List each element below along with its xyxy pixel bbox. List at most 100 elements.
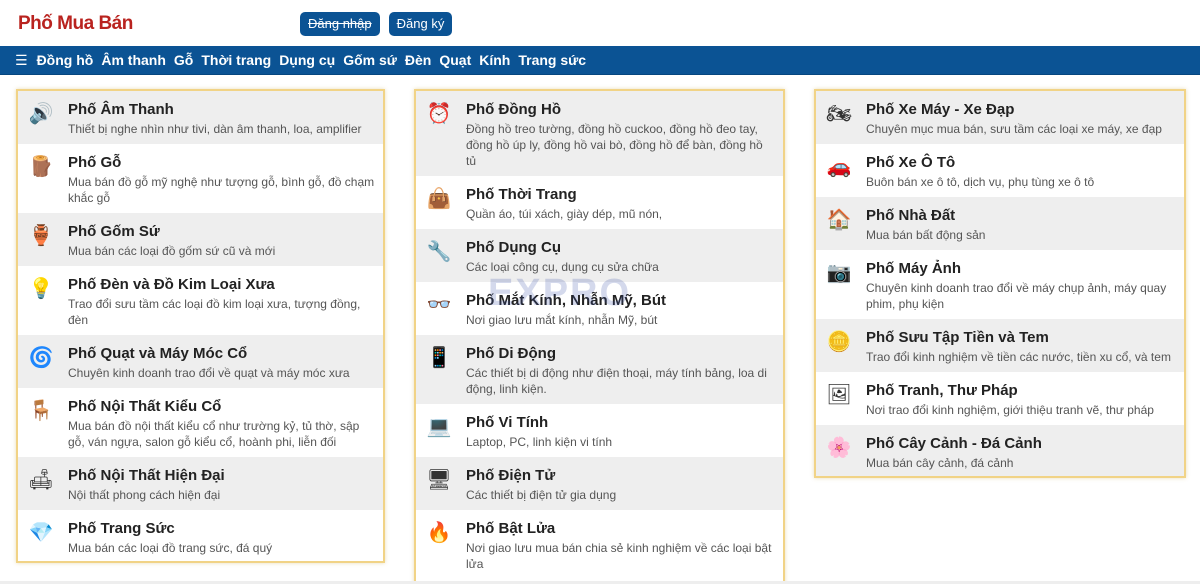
category-item[interactable]: 📷 Phố Máy Ảnh Chuyên kinh doanh trao đổi v… <box>816 250 1184 319</box>
category-description: Laptop, PC, linh kiện vi tính <box>466 435 613 449</box>
category-item[interactable]: 🪵 Phố Gỗ Mua bán đồ gỗ mỹ nghệ như tượng g… <box>18 144 383 213</box>
car-icon: 🚗 <box>826 156 852 178</box>
category-item[interactable]: 💻 Phố Vi Tính Laptop, PC, linh kiện vi tín… <box>416 404 783 457</box>
category-title[interactable]: Phố Nhà Đất <box>866 206 1176 225</box>
category-item[interactable]: 🏠 Phố Nhà Đất Mua bán bất động sản <box>816 197 1184 250</box>
category-description: Nơi giao lưu mắt kính, nhẫn Mỹ, bút <box>466 313 658 327</box>
jewelry-icon: 💎 <box>28 522 54 544</box>
category-title[interactable]: Phố Di Động <box>466 344 775 363</box>
fashion-icon: 👜 <box>426 188 452 210</box>
category-item[interactable]: 🔥 Phố Bật Lửa Nơi giao lưu mua bán chia sẻ… <box>416 510 783 579</box>
category-title[interactable]: Phố Gỗ <box>68 153 375 172</box>
antique-furniture-icon: 🪑 <box>28 400 54 422</box>
category-title[interactable]: Phố Mắt Kính, Nhẫn Mỹ, Bút <box>466 291 775 310</box>
nav-item-trang-suc[interactable]: Trang sức <box>518 52 586 68</box>
category-title[interactable]: Phố Đồng Hồ <box>466 100 775 119</box>
nav-item-den[interactable]: Đèn <box>405 52 431 68</box>
category-item[interactable]: 🪙 Phố Sưu Tập Tiền và Tem Trao đổi kinh ng… <box>816 319 1184 372</box>
category-title[interactable]: Phố Vi Tính <box>466 413 775 432</box>
nav-item-dung-cu[interactable]: Dụng cụ <box>279 52 335 68</box>
category-item[interactable]: 🚗 Phố Xe Ô Tô Buôn bán xe ô tô, dịch vụ, p… <box>816 144 1184 197</box>
lamp-icon: 💡 <box>28 278 54 300</box>
phone-icon: 📱 <box>426 347 452 369</box>
category-description: Thiết bị nghe nhìn như tivi, dàn âm than… <box>68 122 362 136</box>
category-description: Chuyên mục mua bán, sưu tầm các loại xe … <box>866 122 1162 136</box>
camera-icon: 📷 <box>826 262 852 284</box>
category-item[interactable]: 🖼 Phố Tranh, Thư Pháp Nơi trao đổi kinh ng… <box>816 372 1184 425</box>
category-nav: ☰ Đồng hồ Âm thanh Gỗ Thời trang Dụng cụ… <box>0 46 1200 75</box>
auth-buttons: Đăng nhập Đăng ký <box>300 12 453 36</box>
category-title[interactable]: Phố Bật Lửa <box>466 519 775 538</box>
category-title[interactable]: Phố Tranh, Thư Pháp <box>866 381 1176 400</box>
ceramic-bowl-icon: 🏺 <box>28 225 54 247</box>
category-title[interactable]: Phố Cây Cảnh - Đá Cảnh <box>866 434 1176 453</box>
house-icon: 🏠 <box>826 209 852 231</box>
category-item[interactable]: 🔊 Phố Âm Thanh Thiết bị nghe nhìn như tivi… <box>18 91 383 144</box>
category-item[interactable]: 👓 Phố Mắt Kính, Nhẫn Mỹ, Bút Nơi giao lưu … <box>416 282 783 335</box>
category-title[interactable]: Phố Gốm Sứ <box>68 222 375 241</box>
category-title[interactable]: Phố Quạt và Máy Móc Cổ <box>68 344 375 363</box>
logo-muaban: Mua Bán <box>52 13 133 34</box>
nav-item-am-thanh[interactable]: Âm thanh <box>101 52 166 68</box>
category-item[interactable]: 💡 Phố Đèn và Đồ Kim Loại Xưa Trao đổi sưu … <box>18 266 383 335</box>
category-item[interactable]: 🪑 Phố Nội Thất Kiểu Cổ Mua bán đồ nội thất… <box>18 388 383 457</box>
glasses-icon: 👓 <box>426 294 452 316</box>
motorbike-icon: 🏍 <box>826 103 852 125</box>
category-title[interactable]: Phố Xe Máy - Xe Đạp <box>866 100 1176 119</box>
category-description: Các thiết bị điện tử gia dụng <box>466 488 617 502</box>
site-logo[interactable]: Phố Mua Bán <box>18 13 133 35</box>
category-item[interactable]: 👜 Phố Thời Trang Quần áo, túi xách, giày d… <box>416 176 783 229</box>
category-description: Mua bán đồ nội thất kiểu cổ như trường k… <box>68 419 360 449</box>
category-title[interactable]: Phố Máy Ảnh <box>866 259 1176 278</box>
category-title[interactable]: Phố Nội Thất Kiểu Cổ <box>68 397 375 416</box>
nav-item-quat[interactable]: Quạt <box>439 52 471 68</box>
category-item[interactable]: 📱 Phố Di Động Các thiết bị di động như điệ… <box>416 335 783 404</box>
nav-item-dong-ho[interactable]: Đồng hồ <box>37 52 94 68</box>
top-header: Phố Mua Bán Đăng nhập Đăng ký <box>0 0 1200 46</box>
hamburger-menu-icon[interactable]: ☰ <box>15 52 28 69</box>
category-item[interactable]: 🖥 Phố Điện Tử Các thiết bị điện tử gia dụn… <box>416 457 783 510</box>
category-description: Mua bán bất động sản <box>866 228 986 242</box>
coin-icon: 🪙 <box>826 331 852 353</box>
category-description: Quần áo, túi xách, giày dép, mũ nón, <box>466 207 663 221</box>
category-description: Nội thất phong cách hiện đại <box>68 488 221 502</box>
register-button[interactable]: Đăng ký <box>388 12 453 36</box>
speaker-icon: 🔊 <box>28 103 54 125</box>
category-description: Mua bán đồ gỗ mỹ nghệ như tượng gỗ, bình… <box>68 175 375 205</box>
fan-icon: 🌀 <box>28 347 54 369</box>
category-column-2: ⏰ Phố Đồng Hồ Đồng hồ treo tường, đồng hồ … <box>414 89 785 584</box>
modern-chair-icon: 🛋 <box>28 469 54 491</box>
category-item[interactable]: 🌀 Phố Quạt và Máy Móc Cổ Chuyên kinh doanh… <box>18 335 383 388</box>
logo-pho: Phố <box>18 13 53 34</box>
category-title[interactable]: Phố Điện Tử <box>466 466 775 485</box>
category-description: Nơi giao lưu mua bán chia sẻ kinh nghiệm… <box>466 541 772 571</box>
login-button[interactable]: Đăng nhập <box>300 12 380 36</box>
category-description: Đồng hồ treo tường, đồng hồ cuckoo, đồng… <box>466 122 763 168</box>
category-item[interactable]: 🏺 Phố Gốm Sứ Mua bán các loại đồ gốm sứ cũ… <box>18 213 383 266</box>
category-item[interactable]: 🔧 Phố Dụng Cụ Các loại công cụ, dụng cụ sử… <box>416 229 783 282</box>
category-item[interactable]: 🛋 Phố Nội Thất Hiện Đại Nội thất phong các… <box>18 457 383 510</box>
category-title[interactable]: Phố Dụng Cụ <box>466 238 775 257</box>
category-title[interactable]: Phố Âm Thanh <box>68 100 375 119</box>
category-title[interactable]: Phố Nội Thất Hiện Đại <box>68 466 375 485</box>
category-item[interactable]: 💎 Phố Trang Sức Mua bán các loại đồ trang … <box>18 510 383 561</box>
category-description: Buôn bán xe ô tô, dịch vụ, phụ tùng xe ô… <box>866 175 1095 189</box>
category-item[interactable]: 🌸 Phố Cây Cảnh - Đá Cảnh Mua bán cây cảnh,… <box>816 425 1184 476</box>
laptop-icon: 💻 <box>426 416 452 438</box>
category-columns: 🔊 Phố Âm Thanh Thiết bị nghe nhìn như tivi… <box>0 89 1200 584</box>
category-item[interactable]: 🏍 Phố Xe Máy - Xe Đạp Chuyên mục mua bán, … <box>816 91 1184 144</box>
category-description: Mua bán các loại đồ trang sức, đá quý <box>68 541 273 555</box>
category-item[interactable]: ⏰ Phố Đồng Hồ Đồng hồ treo tường, đồng hồ … <box>416 91 783 176</box>
category-title[interactable]: Phố Thời Trang <box>466 185 775 204</box>
tools-icon: 🔧 <box>426 241 452 263</box>
category-title[interactable]: Phố Trang Sức <box>68 519 375 538</box>
category-column-1: 🔊 Phố Âm Thanh Thiết bị nghe nhìn như tivi… <box>16 89 385 563</box>
category-title[interactable]: Phố Sưu Tập Tiền và Tem <box>866 328 1176 347</box>
category-title[interactable]: Phố Xe Ô Tô <box>866 153 1176 172</box>
nav-item-thoi-trang[interactable]: Thời trang <box>201 52 271 68</box>
nav-item-kinh[interactable]: Kính <box>479 52 510 68</box>
nav-item-gom-su[interactable]: Gốm sứ <box>343 52 397 68</box>
nav-item-go[interactable]: Gỗ <box>174 52 193 68</box>
clock-icon: ⏰ <box>426 103 452 125</box>
category-title[interactable]: Phố Đèn và Đồ Kim Loại Xưa <box>68 275 375 294</box>
